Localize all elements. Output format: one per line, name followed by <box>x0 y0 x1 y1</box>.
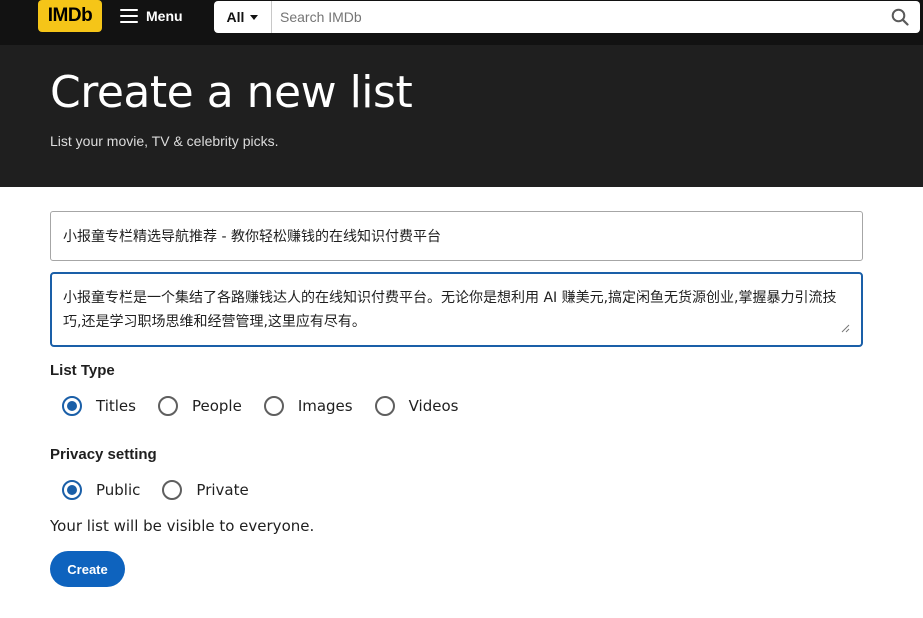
list-description-textarea[interactable] <box>52 274 861 345</box>
page-subtitle: List your movie, TV & celebrity picks. <box>50 133 279 149</box>
list-type-option-images[interactable]: Images <box>263 396 353 416</box>
top-navigation-bar: IMDb Menu All <box>0 0 923 45</box>
search-input[interactable] <box>272 1 880 33</box>
radio-label: Public <box>96 481 141 499</box>
search-icon[interactable] <box>880 1 920 33</box>
radio-label: Private <box>196 481 249 499</box>
resize-handle-icon[interactable] <box>841 324 850 333</box>
page-title: Create a new list <box>50 67 413 118</box>
caret-down-icon <box>250 14 259 20</box>
hamburger-icon <box>120 9 138 23</box>
visibility-hint: Your list will be visible to everyone. <box>50 517 315 535</box>
create-button[interactable]: Create <box>50 551 125 587</box>
list-type-option-videos[interactable]: Videos <box>374 396 459 416</box>
privacy-option-private[interactable]: Private <box>162 480 249 500</box>
radio-label: Titles <box>96 397 136 415</box>
privacy-option-public[interactable]: Public <box>62 480 140 500</box>
list-title-input[interactable] <box>51 212 862 260</box>
radio-label: Images <box>297 397 353 415</box>
menu-button[interactable]: Menu <box>120 0 183 32</box>
search-bar: All <box>214 1 920 33</box>
radio-label: People <box>191 397 242 415</box>
list-type-option-people[interactable]: People <box>157 396 242 416</box>
page-header: Create a new list List your movie, TV & … <box>0 45 923 187</box>
list-title-field <box>50 211 863 261</box>
list-type-option-titles[interactable]: Titles <box>62 396 136 416</box>
list-type-radio-group: Titles People Images Videos <box>62 396 480 416</box>
search-category-dropdown[interactable]: All <box>214 1 272 33</box>
search-category-label: All <box>226 9 245 25</box>
radio-icon <box>62 396 82 416</box>
radio-icon <box>157 396 178 416</box>
radio-label: Videos <box>408 397 459 415</box>
radio-icon <box>263 396 284 416</box>
radio-icon <box>162 480 183 500</box>
menu-label: Menu <box>146 8 183 24</box>
privacy-setting-label: Privacy setting <box>50 446 157 463</box>
imdb-logo[interactable]: IMDb <box>38 0 102 32</box>
privacy-radio-group: Public Private <box>62 480 271 500</box>
logo-text: IMDb <box>47 5 93 26</box>
radio-icon <box>62 480 82 500</box>
radio-icon <box>374 396 395 416</box>
list-type-label: List Type <box>50 362 115 379</box>
list-description-field <box>50 272 863 347</box>
